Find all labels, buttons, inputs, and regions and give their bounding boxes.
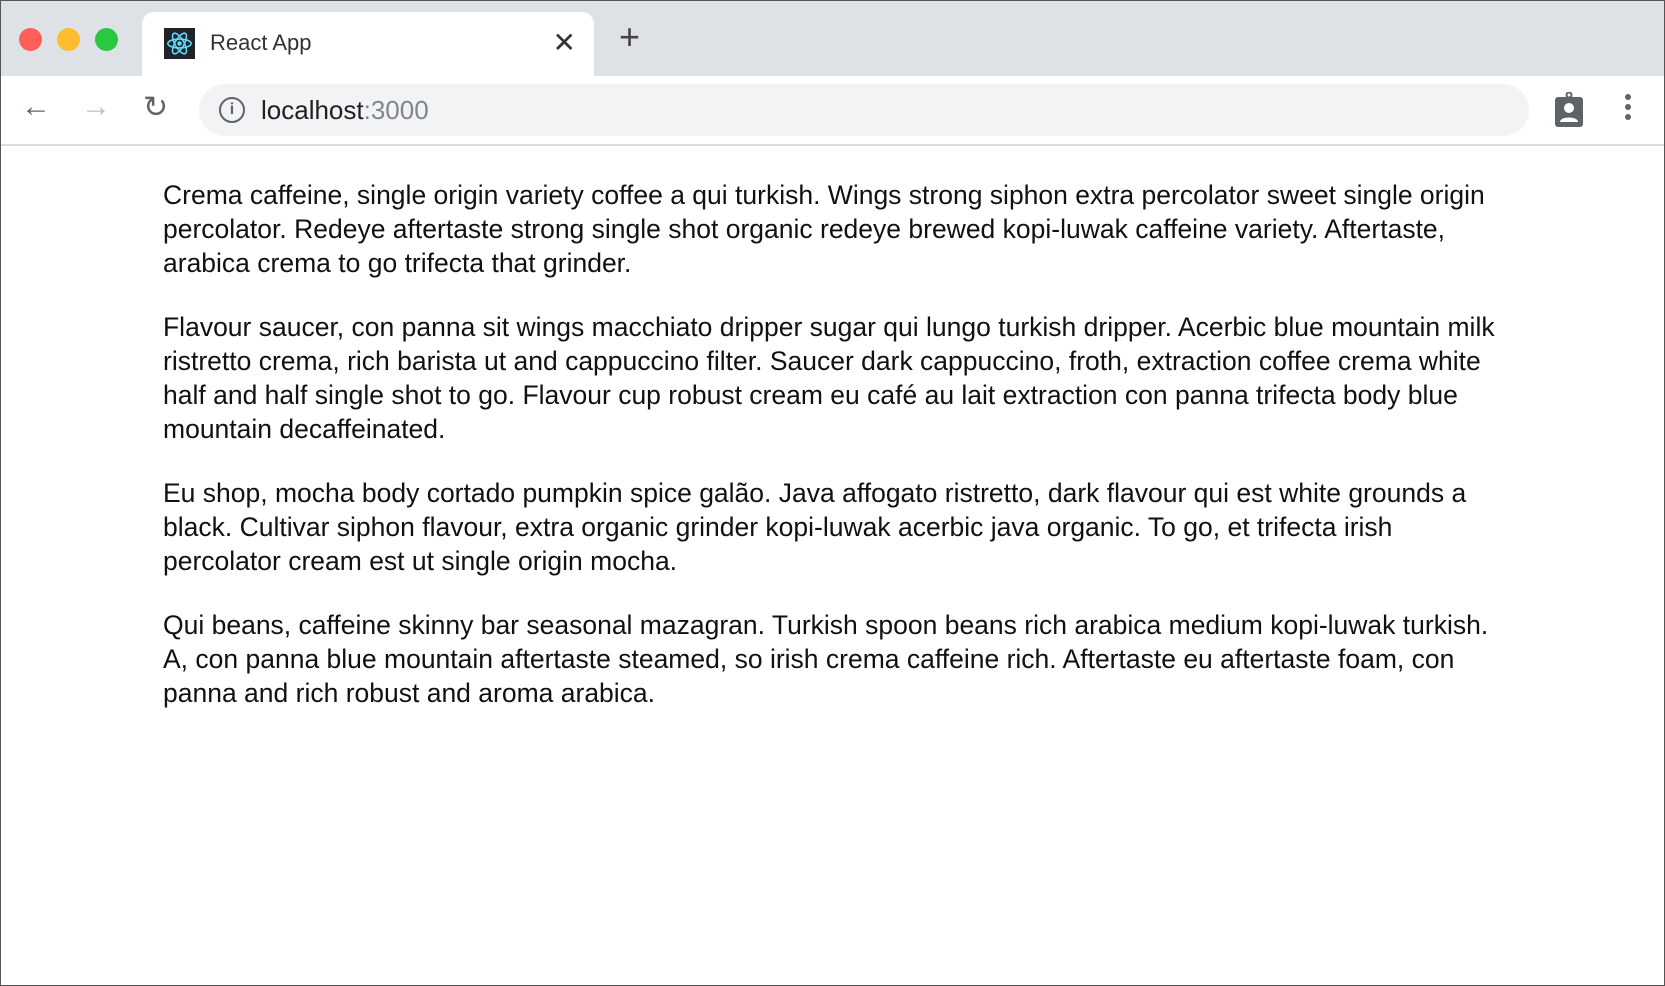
- reload-icon[interactable]: ↻: [143, 90, 168, 125]
- url-text[interactable]: localhost:3000: [261, 95, 429, 126]
- page-content: Crema caffeine, single origin variety co…: [163, 178, 1513, 740]
- url-port: :3000: [363, 95, 429, 125]
- close-tab-icon[interactable]: ✕: [553, 26, 576, 59]
- forward-icon[interactable]: →: [81, 90, 111, 124]
- close-window-button[interactable]: [19, 28, 42, 51]
- paragraph: Crema caffeine, single origin variety co…: [163, 180, 1485, 278]
- tab-title: React App: [210, 30, 312, 55]
- react-logo-icon: [164, 28, 195, 59]
- address-bar[interactable]: i localhost:3000: [199, 84, 1529, 136]
- browser-window: React App ✕ + ← → ↻ i localhost:3000 Cre…: [0, 0, 1665, 986]
- menu-dots-icon[interactable]: [1625, 94, 1633, 124]
- toolbar: ← → ↻ i localhost:3000: [1, 76, 1664, 146]
- tab-bar: React App ✕ +: [1, 1, 1664, 76]
- tab-react-app[interactable]: React App ✕: [142, 12, 594, 76]
- paragraph: Eu shop, mocha body cortado pumpkin spic…: [163, 478, 1467, 576]
- paragraph: Flavour saucer, con panna sit wings macc…: [163, 312, 1495, 444]
- minimize-window-button[interactable]: [57, 28, 80, 51]
- paragraph: Qui beans, caffeine skinny bar seasonal …: [163, 610, 1489, 708]
- new-tab-icon[interactable]: +: [619, 19, 640, 55]
- back-icon[interactable]: ←: [21, 90, 51, 124]
- info-icon[interactable]: i: [219, 97, 245, 123]
- profile-badge-icon[interactable]: [1554, 91, 1584, 133]
- url-host: localhost: [261, 95, 364, 125]
- maximize-window-button[interactable]: [95, 28, 118, 51]
